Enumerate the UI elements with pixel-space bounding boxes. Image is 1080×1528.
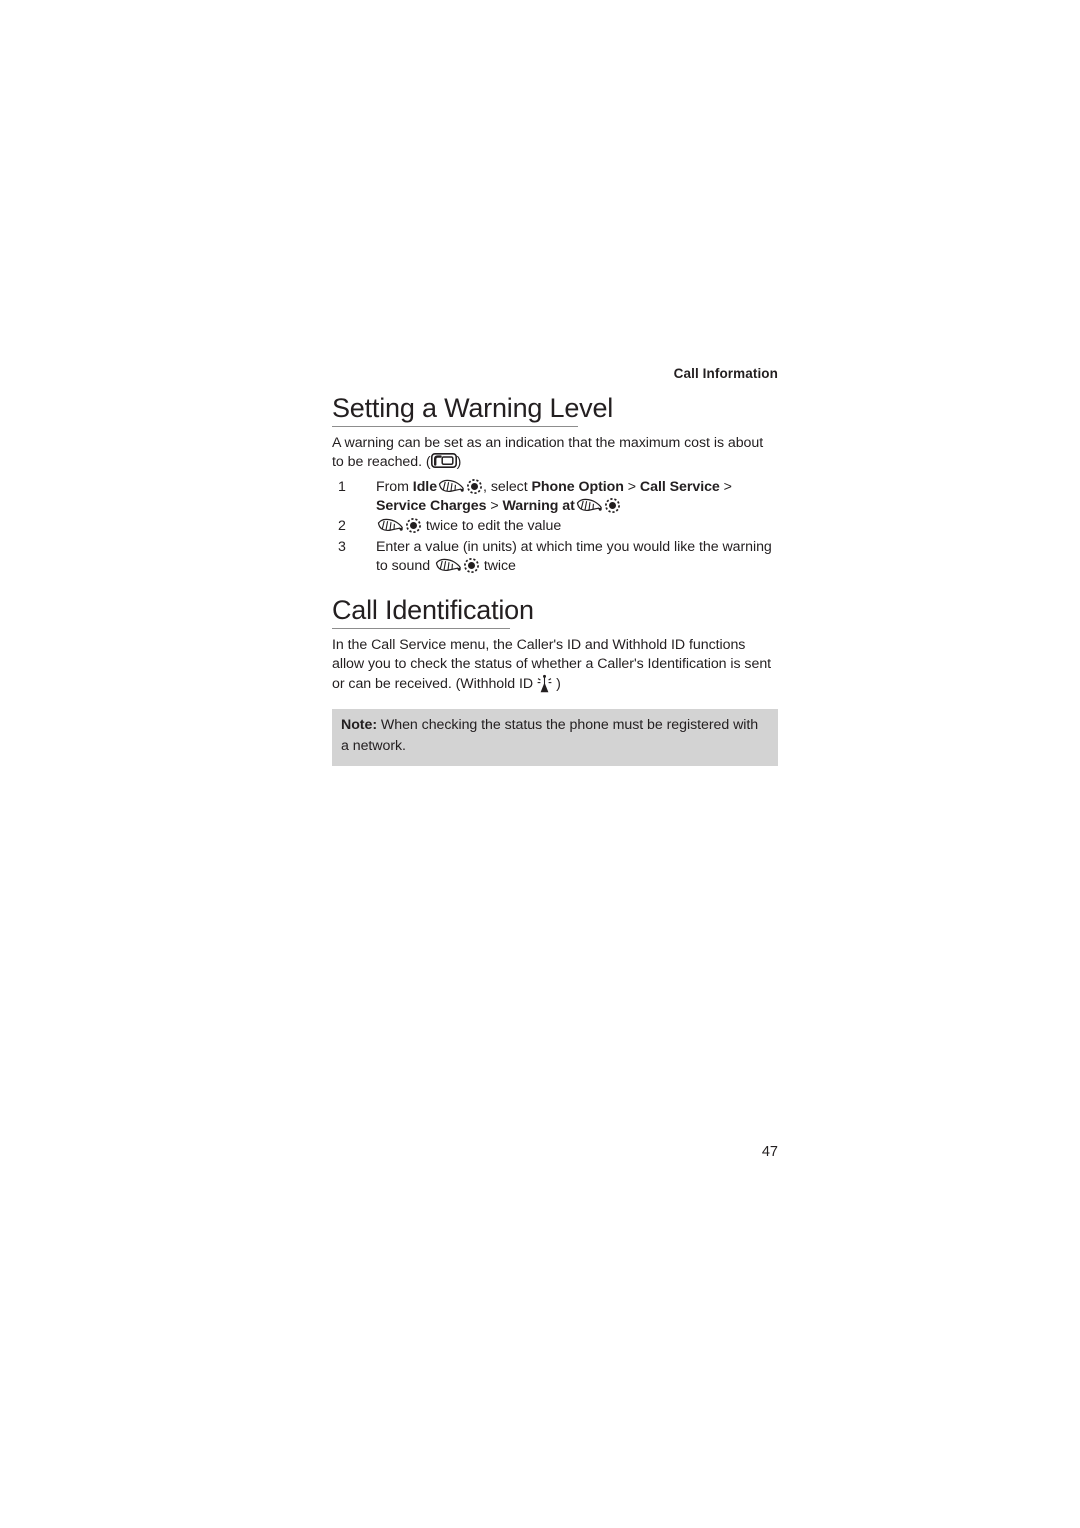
step1-text-5: > — [486, 497, 503, 514]
step-number-1: 1 — [338, 478, 346, 495]
step1-text-4: > — [719, 478, 732, 495]
step-item-2: 2 twice to edit the value — [332, 517, 778, 536]
section-title-call-identification: Call Identification — [332, 594, 534, 625]
step3-text-2: twice — [479, 558, 516, 575]
step-item-3: 3 Enter a value (in units) at which time … — [332, 538, 778, 577]
scroll-key-icon — [435, 558, 462, 572]
antenna-icon — [536, 674, 553, 693]
step-item-1: 1 From Idle , select Phone Option > Call … — [332, 478, 778, 517]
title-underline-rule — [332, 627, 510, 629]
page-number: 47 — [761, 1144, 778, 1160]
numbered-step-list: 1 From Idle , select Phone Option > Call … — [332, 478, 778, 577]
step-number-3: 3 — [338, 538, 346, 555]
softkey-icon — [430, 453, 457, 469]
note-label: Note: — [341, 717, 378, 734]
title-underline-rule — [332, 426, 578, 428]
note-box: Note: When checking the status the phone… — [332, 709, 778, 767]
step1-bold-warning-at: Warning at — [502, 497, 575, 514]
step2-text: twice to edit the value — [422, 518, 562, 535]
step1-bold-idle: Idle — [412, 478, 438, 495]
intro-text-part2: ) — [556, 676, 561, 693]
section-call-identification: Call Identification In the Call Service … — [332, 594, 778, 767]
select-key-icon — [463, 558, 479, 574]
running-head: Call Information — [673, 366, 778, 381]
scroll-key-icon — [377, 518, 404, 532]
step1-bold-call-service: Call Service — [639, 478, 720, 495]
scroll-key-icon — [576, 498, 603, 512]
step1-text-3: > — [623, 478, 640, 495]
step-number-2: 2 — [338, 518, 346, 535]
select-key-icon — [604, 498, 620, 513]
intro-text-part2: ) — [456, 454, 462, 471]
page-content: Setting a Warning Level A warning can be… — [332, 393, 778, 767]
step1-text-1: From — [376, 478, 413, 495]
intro-text-part1: A warning can be set as an indication th… — [332, 435, 764, 471]
step1-bold-service-charges: Service Charges — [376, 497, 487, 514]
scroll-key-icon — [438, 479, 465, 493]
step1-text-2: , select — [483, 478, 532, 495]
note-text: When checking the status the phone must … — [341, 717, 759, 755]
manual-page: Call Information Setting a Warning Level… — [0, 0, 1080, 1528]
intro-paragraph-call-identification: In the Call Service menu, the Caller's I… — [332, 636, 778, 695]
intro-paragraph-warning-level: A warning can be set as an indication th… — [332, 434, 778, 472]
page-title: Setting a Warning Level — [332, 393, 614, 423]
select-key-icon — [467, 478, 482, 494]
step1-bold-phone-option: Phone Option — [531, 478, 624, 495]
select-key-icon — [406, 518, 421, 534]
